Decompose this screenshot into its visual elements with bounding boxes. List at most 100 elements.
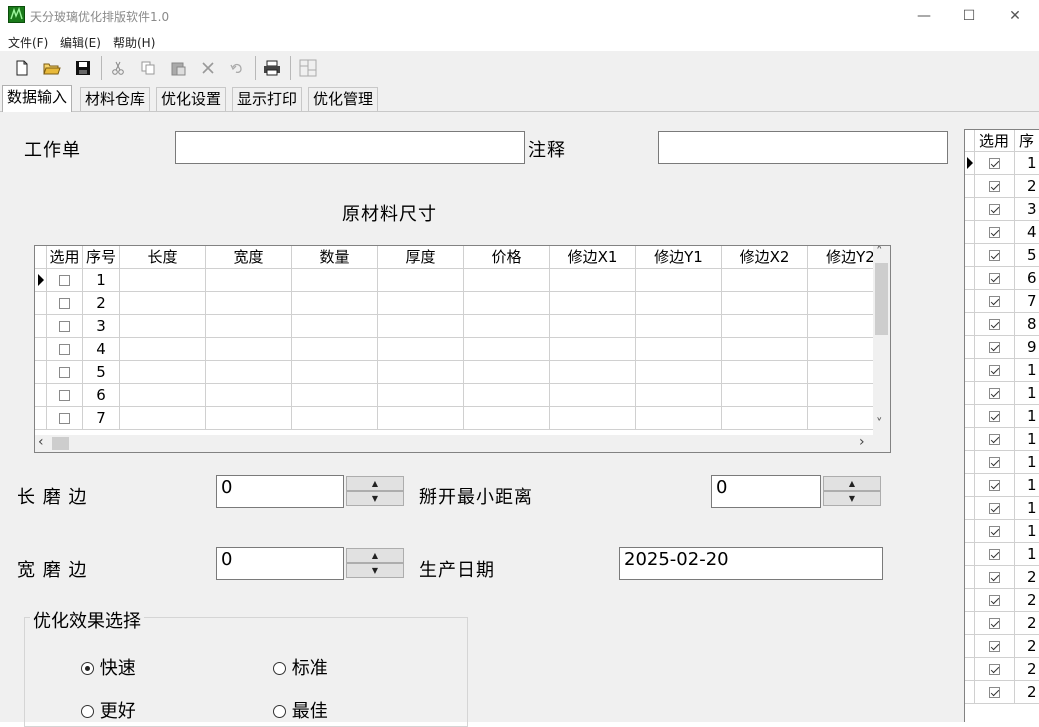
checkbox[interactable] (59, 321, 70, 332)
row-header[interactable] (965, 336, 975, 359)
row-number-cell[interactable]: 2 (1015, 658, 1039, 681)
row-header[interactable] (965, 428, 975, 451)
row-header[interactable] (35, 269, 47, 292)
undo-button[interactable] (226, 57, 248, 79)
row-number-cell[interactable]: 5 (1015, 244, 1039, 267)
table-cell[interactable] (292, 338, 378, 361)
select-checkbox-cell[interactable] (47, 292, 83, 315)
row-header[interactable] (965, 589, 975, 612)
select-checkbox-cell[interactable] (47, 361, 83, 384)
min-gap-stepper[interactable]: ▲ ▼ (823, 476, 881, 508)
table-cell[interactable] (378, 407, 464, 430)
select-checkbox-cell[interactable] (975, 566, 1015, 589)
row-number-cell[interactable]: 1 (1015, 359, 1039, 382)
select-checkbox-cell[interactable] (975, 313, 1015, 336)
select-checkbox-cell[interactable] (975, 474, 1015, 497)
row-header[interactable] (965, 520, 975, 543)
row-header[interactable] (965, 658, 975, 681)
paste-button[interactable] (167, 57, 189, 79)
row-number-cell[interactable]: 3 (1015, 198, 1039, 221)
row-header[interactable] (965, 313, 975, 336)
row-number-cell[interactable]: 1 (1015, 152, 1039, 175)
table-cell[interactable] (550, 269, 636, 292)
table-cell[interactable] (206, 407, 292, 430)
menu-edit[interactable]: 编辑(E) (60, 34, 101, 51)
row-header[interactable] (35, 384, 47, 407)
checkbox-checked[interactable] (989, 204, 1000, 215)
wide-edge-down-button[interactable]: ▼ (346, 563, 404, 578)
table-cell[interactable] (378, 361, 464, 384)
table-cell[interactable] (464, 384, 550, 407)
layout-button[interactable] (297, 57, 319, 79)
checkbox-checked[interactable] (989, 227, 1000, 238)
row-number-cell[interactable]: 7 (83, 407, 120, 430)
table-cell[interactable] (636, 384, 722, 407)
long-edge-down-button[interactable]: ▼ (346, 491, 404, 506)
table-cell[interactable] (550, 315, 636, 338)
select-checkbox-cell[interactable] (975, 451, 1015, 474)
column-header[interactable]: 选用 (47, 246, 83, 269)
long-edge-up-button[interactable]: ▲ (346, 476, 404, 491)
delete-button[interactable] (197, 57, 219, 79)
table-cell[interactable] (722, 292, 808, 315)
row-number-cell[interactable]: 2 (1015, 635, 1039, 658)
select-checkbox-cell[interactable] (975, 612, 1015, 635)
checkbox-checked[interactable] (989, 503, 1000, 514)
scroll-thumb[interactable] (875, 263, 888, 335)
column-header[interactable]: 价格 (464, 246, 550, 269)
work-order-input[interactable] (175, 131, 525, 164)
min-gap-up-button[interactable]: ▲ (823, 476, 881, 491)
table-cell[interactable] (550, 361, 636, 384)
production-date-input[interactable]: 2025-02-20 (619, 547, 883, 580)
table-cell[interactable] (378, 269, 464, 292)
table-cell[interactable] (722, 361, 808, 384)
select-checkbox-cell[interactable] (47, 338, 83, 361)
row-header[interactable] (965, 221, 975, 244)
checkbox-checked[interactable] (989, 572, 1000, 583)
row-header[interactable] (965, 681, 975, 704)
row-header[interactable] (35, 292, 47, 315)
table-cell[interactable] (292, 315, 378, 338)
column-header[interactable]: 修边Y1 (636, 246, 722, 269)
row-number-cell[interactable]: 3 (83, 315, 120, 338)
select-checkbox-cell[interactable] (975, 589, 1015, 612)
table-cell[interactable] (378, 292, 464, 315)
row-header[interactable] (35, 315, 47, 338)
checkbox[interactable] (59, 344, 70, 355)
checkbox-checked[interactable] (989, 480, 1000, 491)
copy-button[interactable] (137, 57, 159, 79)
table-cell[interactable] (722, 407, 808, 430)
option-standard[interactable]: 标准 (273, 654, 328, 680)
row-header[interactable] (965, 175, 975, 198)
option-better[interactable]: 更好 (81, 697, 136, 723)
column-header[interactable]: 数量 (292, 246, 378, 269)
checkbox-checked[interactable] (989, 158, 1000, 169)
select-checkbox-cell[interactable] (975, 152, 1015, 175)
row-number-cell[interactable]: 1 (1015, 543, 1039, 566)
row-number-cell[interactable]: 2 (1015, 681, 1039, 704)
row-header[interactable] (35, 407, 47, 430)
row-number-cell[interactable]: 1 (1015, 405, 1039, 428)
row-header[interactable] (35, 361, 47, 384)
select-checkbox-cell[interactable] (975, 290, 1015, 313)
select-checkbox-cell[interactable] (975, 428, 1015, 451)
checkbox-checked[interactable] (989, 434, 1000, 445)
cut-button[interactable] (107, 57, 129, 79)
select-checkbox-cell[interactable] (975, 658, 1015, 681)
row-number-cell[interactable]: 1 (83, 269, 120, 292)
select-checkbox-cell[interactable] (975, 543, 1015, 566)
select-checkbox-cell[interactable] (975, 635, 1015, 658)
checkbox-checked[interactable] (989, 250, 1000, 261)
row-number-cell[interactable]: 1 (1015, 497, 1039, 520)
table-cell[interactable] (636, 338, 722, 361)
table-cell[interactable] (378, 338, 464, 361)
select-checkbox-cell[interactable] (47, 407, 83, 430)
table-cell[interactable] (636, 315, 722, 338)
row-number-cell[interactable]: 6 (1015, 267, 1039, 290)
print-button[interactable] (261, 57, 283, 79)
row-number-cell[interactable]: 2 (83, 292, 120, 315)
table-cell[interactable] (206, 384, 292, 407)
column-header[interactable]: 长度 (120, 246, 206, 269)
table-cell[interactable] (550, 384, 636, 407)
row-number-cell[interactable]: 2 (1015, 175, 1039, 198)
